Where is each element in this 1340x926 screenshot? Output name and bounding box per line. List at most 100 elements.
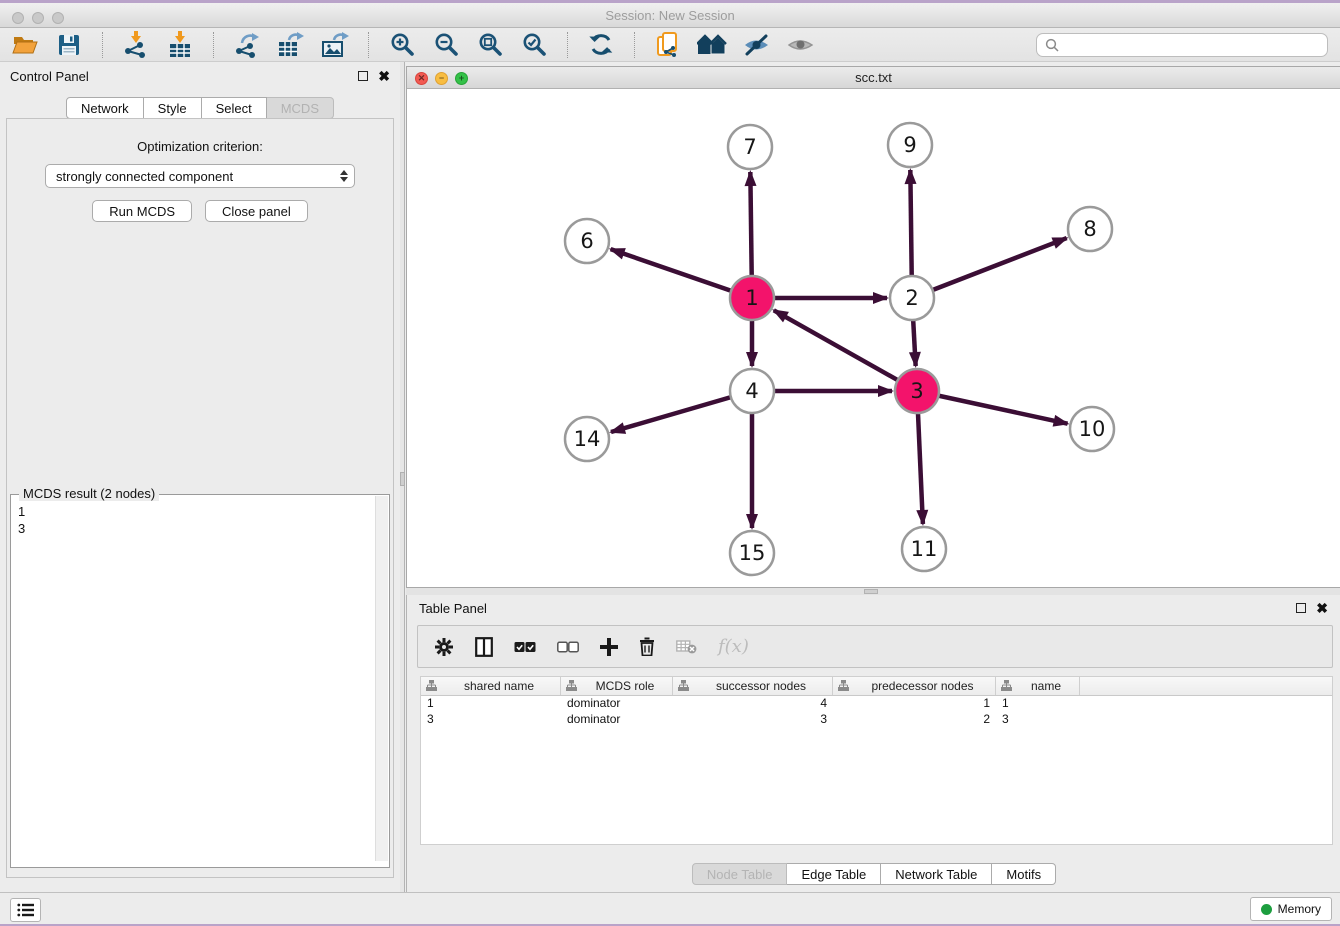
export-table-icon[interactable] [276, 31, 306, 59]
column-header-predecessor-nodes[interactable]: predecessor nodes [833, 677, 996, 695]
splitter-grip[interactable] [400, 472, 405, 486]
svg-text:1: 1 [745, 286, 758, 310]
export-network-icon[interactable] [232, 31, 262, 59]
vertical-splitter[interactable] [400, 62, 405, 892]
toolbar-separator [634, 32, 635, 58]
graph-edge-3-1[interactable] [774, 310, 917, 391]
graph-node-11[interactable]: 11 [902, 527, 946, 571]
network-minimize-icon[interactable]: − [435, 72, 448, 85]
show-all-icon[interactable] [785, 31, 815, 59]
delete-table-icon[interactable] [676, 635, 697, 659]
network-window-titlebar[interactable]: ✕ − + scc.txt [407, 67, 1340, 89]
table-cell[interactable]: dominator [561, 696, 673, 712]
delete-column-icon[interactable] [639, 635, 655, 659]
column-header-shared-name[interactable]: shared name [421, 677, 561, 695]
add-column-icon[interactable] [600, 635, 618, 659]
node-table-body: 1dominator4113dominator323 [421, 696, 1332, 728]
graph-node-10[interactable]: 10 [1070, 407, 1114, 451]
split-panel-icon[interactable] [475, 635, 493, 659]
table-cell[interactable]: 1 [996, 696, 1080, 712]
table-cell[interactable]: 3 [996, 712, 1080, 728]
tab-edge-table[interactable]: Edge Table [787, 863, 881, 885]
table-cell[interactable]: 4 [673, 696, 833, 712]
table-settings-icon[interactable] [434, 635, 454, 659]
memory-label: Memory [1278, 902, 1321, 916]
new-network-from-selection-icon[interactable] [653, 31, 683, 59]
horizontal-splitter[interactable] [406, 588, 1340, 595]
search-box[interactable] [1036, 33, 1328, 57]
table-cell[interactable]: 2 [833, 712, 996, 728]
graph-node-1[interactable]: 1 [730, 276, 774, 320]
table-tabs: Node TableEdge TableNetwork TableMotifs [407, 863, 1340, 885]
toolbar-separator [213, 32, 214, 58]
tab-node-table[interactable]: Node Table [692, 863, 788, 885]
tab-network[interactable]: Network [66, 97, 144, 119]
zoom-out-icon[interactable] [431, 31, 461, 59]
result-scrollbar[interactable] [375, 496, 388, 861]
graph-node-15[interactable]: 15 [730, 531, 774, 575]
search-input[interactable] [1065, 38, 1319, 53]
graph-node-2[interactable]: 2 [890, 276, 934, 320]
function-builder-icon[interactable]: f(x) [718, 635, 749, 659]
graph-node-9[interactable]: 9 [888, 123, 932, 167]
mcds-result-text[interactable]: 1 3 [11, 495, 389, 537]
close-window-button[interactable] [12, 12, 24, 24]
column-header-successor-nodes[interactable]: successor nodes [673, 677, 833, 695]
task-history-button[interactable] [10, 898, 41, 922]
zoom-in-icon[interactable] [387, 31, 417, 59]
memory-button[interactable]: Memory [1250, 897, 1332, 921]
close-panel-icon[interactable]: ✖ [378, 71, 390, 81]
tab-select[interactable]: Select [202, 97, 267, 119]
splitter-grip[interactable] [864, 589, 878, 594]
float-panel-icon[interactable] [358, 71, 368, 81]
zoom-window-button[interactable] [52, 12, 64, 24]
table-cell[interactable]: 1 [421, 696, 561, 712]
tab-style[interactable]: Style [144, 97, 202, 119]
criterion-select[interactable]: strongly connected component [45, 164, 355, 188]
criterion-value: strongly connected component [56, 169, 233, 184]
graph-node-7[interactable]: 7 [728, 125, 772, 169]
network-close-icon[interactable]: ✕ [415, 72, 428, 85]
graph-node-14[interactable]: 14 [565, 417, 609, 461]
export-image-icon[interactable] [320, 31, 350, 59]
mcds-result-title: MCDS result (2 nodes) [19, 486, 159, 501]
table-cell[interactable]: dominator [561, 712, 673, 728]
table-panel-header: Table Panel ✖ [407, 595, 1340, 621]
app-title: Session: New Session [605, 8, 734, 23]
home-layout-icon[interactable] [697, 31, 727, 59]
hide-selected-icon[interactable] [741, 31, 771, 59]
table-row[interactable]: 3dominator323 [421, 712, 1332, 728]
table-row[interactable]: 1dominator411 [421, 696, 1332, 712]
graph-node-4[interactable]: 4 [730, 369, 774, 413]
tab-mcds[interactable]: MCDS [267, 97, 334, 119]
select-all-icon[interactable] [514, 635, 536, 659]
import-table-icon[interactable] [165, 31, 195, 59]
table-cell[interactable]: 3 [421, 712, 561, 728]
import-network-icon[interactable] [121, 31, 151, 59]
network-canvas[interactable]: 7 9 6 8 1 2 4 3 14 10 15 11 [407, 89, 1339, 587]
table-cell[interactable]: 3 [673, 712, 833, 728]
open-session-icon[interactable] [10, 31, 40, 59]
zoom-selected-icon[interactable] [519, 31, 549, 59]
float-panel-icon[interactable] [1296, 603, 1306, 613]
run-mcds-button[interactable]: Run MCDS [92, 200, 192, 222]
zoom-fit-icon[interactable] [475, 31, 505, 59]
save-session-icon[interactable] [54, 31, 84, 59]
graph-node-8[interactable]: 8 [1068, 207, 1112, 251]
graph-node-6[interactable]: 6 [565, 219, 609, 263]
column-header-name[interactable]: name [996, 677, 1080, 695]
table-cell[interactable]: 1 [833, 696, 996, 712]
graph-edge-2-8[interactable] [912, 238, 1067, 298]
graph-node-3[interactable]: 3 [895, 369, 939, 413]
deselect-all-icon[interactable] [557, 635, 579, 659]
close-panel-button[interactable]: Close panel [205, 200, 308, 222]
close-panel-icon[interactable]: ✖ [1316, 603, 1328, 613]
network-maximize-icon[interactable]: + [455, 72, 468, 85]
select-stepper-icon [340, 170, 348, 182]
tab-network-table[interactable]: Network Table [881, 863, 992, 885]
refresh-layout-icon[interactable] [586, 31, 616, 59]
column-header-MCDS-role[interactable]: MCDS role [561, 677, 673, 695]
optimization-criterion-label: Optimization criterion: [7, 139, 393, 154]
minimize-window-button[interactable] [32, 12, 44, 24]
tab-motifs[interactable]: Motifs [992, 863, 1056, 885]
